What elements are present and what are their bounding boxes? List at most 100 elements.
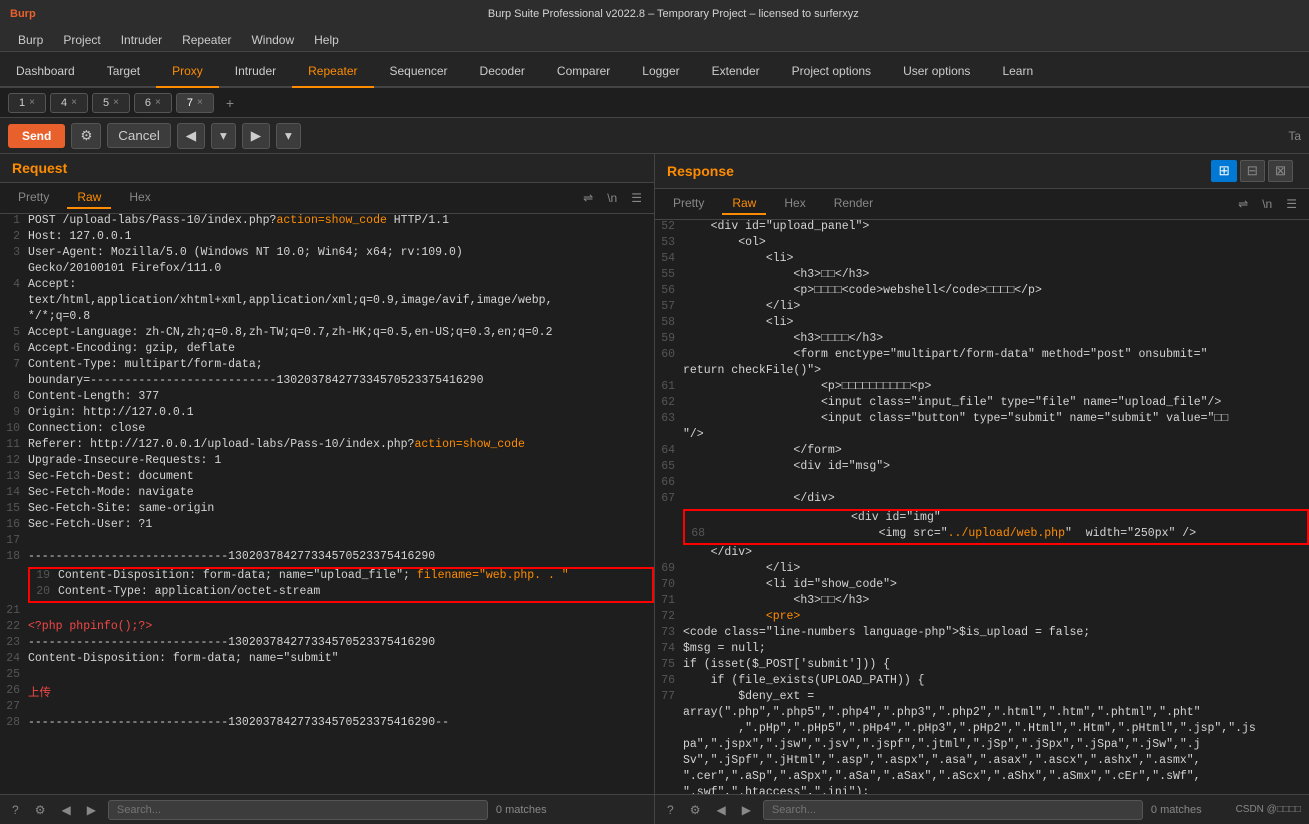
code-line: 20Content-Type: application/octet-stream (30, 585, 652, 601)
view-split-button[interactable]: ⊞ (1211, 160, 1236, 182)
help-icon[interactable]: ? (8, 801, 23, 819)
code-line: 73<code class="line-numbers language-php… (655, 626, 1309, 642)
code-line: <div id="img" (685, 511, 1307, 527)
nav-back-button[interactable]: ◀ (177, 123, 205, 149)
send-button[interactable]: Send (8, 124, 65, 148)
sub-tab-7[interactable]: 7 × (176, 93, 214, 113)
nav-tab-target[interactable]: Target (91, 56, 156, 88)
menu-bar: Burp Project Intruder Repeater Window He… (0, 28, 1309, 52)
response-header-text: Response (667, 163, 734, 179)
code-line: 75if (isset($_POST['submit'])) { (655, 658, 1309, 674)
code-line: 74$msg = null; (655, 642, 1309, 658)
request-panel-header: Request (0, 154, 654, 183)
response-matches-count: 0 matches (1151, 804, 1202, 816)
nav-tab-user-options[interactable]: User options (887, 56, 986, 88)
nav-tab-project-options[interactable]: Project options (776, 56, 887, 88)
request-matches-count: 0 matches (496, 804, 547, 816)
request-panel-tabs: Pretty Raw Hex ⇌ \n ☰ (0, 183, 654, 214)
menu-repeater[interactable]: Repeater (172, 31, 241, 49)
menu-burp[interactable]: Burp (8, 31, 53, 49)
response-prev-match-icon[interactable]: ◀ (712, 801, 729, 819)
code-line: 28-----------------------------130203784… (0, 716, 654, 732)
code-line: 72 <pre> (655, 610, 1309, 626)
nav-tab-logger[interactable]: Logger (626, 56, 695, 88)
settings-button[interactable]: ⚙ (71, 123, 101, 149)
menu-help[interactable]: Help (304, 31, 349, 49)
nav-tab-sequencer[interactable]: Sequencer (374, 56, 464, 88)
response-search-input[interactable] (763, 800, 1143, 820)
nav-tab-proxy[interactable]: Proxy (156, 56, 219, 88)
close-tab-1-icon[interactable]: × (29, 97, 35, 108)
add-tab-button[interactable]: + (218, 92, 242, 114)
request-tab-raw[interactable]: Raw (67, 187, 111, 209)
view-vertical-button[interactable]: ⊠ (1268, 160, 1293, 182)
sub-tab-5[interactable]: 5 × (92, 93, 130, 113)
code-line: 63 <input class="button" type="submit" n… (655, 412, 1309, 428)
response-tab-raw[interactable]: Raw (722, 193, 766, 215)
nav-tab-learn[interactable]: Learn (986, 56, 1049, 88)
code-line: 18-----------------------------130203784… (0, 550, 654, 566)
response-menu-icon[interactable]: ☰ (1282, 195, 1301, 213)
code-line: 4Accept: (0, 278, 654, 294)
response-prettify-icon[interactable]: \n (1258, 195, 1276, 213)
response-tab-pretty[interactable]: Pretty (663, 193, 714, 215)
settings-bottom-icon[interactable]: ⚙ (31, 801, 50, 819)
request-wordwrap-icon[interactable]: ⇌ (579, 189, 597, 207)
code-line: pa",".jspx",".jsw",".jsv",".jspf",".jtml… (655, 738, 1309, 754)
nav-forward-dropdown-button[interactable]: ▾ (276, 123, 301, 149)
next-match-icon[interactable]: ▶ (83, 801, 100, 819)
cancel-button[interactable]: Cancel (107, 123, 171, 148)
view-horizontal-button[interactable]: ⊟ (1240, 160, 1265, 182)
code-line: 1POST /upload-labs/Pass-10/index.php?act… (0, 214, 654, 230)
response-tab-render[interactable]: Render (824, 193, 883, 215)
code-line: 60 <form enctype="multipart/form-data" m… (655, 348, 1309, 364)
nav-tab-repeater[interactable]: Repeater (292, 56, 373, 88)
response-help-icon[interactable]: ? (663, 801, 678, 819)
code-line: 21 (0, 604, 654, 620)
sub-tab-1[interactable]: 1 × (8, 93, 46, 113)
menu-project[interactable]: Project (53, 31, 110, 49)
title-bar: Burp Burp Suite Professional v2022.8 – T… (0, 0, 1309, 28)
watermark: CSDN @□□□□ (1236, 804, 1301, 815)
request-code-area[interactable]: 1POST /upload-labs/Pass-10/index.php?act… (0, 214, 654, 794)
request-tab-icons: ⇌ \n ☰ (579, 189, 646, 207)
sub-tab-4[interactable]: 4 × (50, 93, 88, 113)
close-tab-6-icon[interactable]: × (155, 97, 161, 108)
response-wordwrap-icon[interactable]: ⇌ (1234, 195, 1252, 213)
close-tab-7-icon[interactable]: × (197, 97, 203, 108)
response-next-match-icon[interactable]: ▶ (738, 801, 755, 819)
request-search-input[interactable] (108, 800, 488, 820)
close-tab-4-icon[interactable]: × (71, 97, 77, 108)
nav-forward-button[interactable]: ▶ (242, 123, 270, 149)
code-line: 27 (0, 700, 654, 716)
request-tab-pretty[interactable]: Pretty (8, 187, 59, 209)
code-line: 59 <h3>□□□□</h3> (655, 332, 1309, 348)
code-line: return checkFile()"> (655, 364, 1309, 380)
response-panel-header: Response ⊞ ⊟ ⊠ (655, 154, 1309, 189)
prev-match-icon[interactable]: ◀ (57, 801, 74, 819)
close-tab-5-icon[interactable]: × (113, 97, 119, 108)
nav-tab-extender[interactable]: Extender (696, 56, 776, 88)
code-line: 25 (0, 668, 654, 684)
code-line: 15Sec-Fetch-Site: same-origin (0, 502, 654, 518)
code-line: 17 (0, 534, 654, 550)
nav-dropdown-button[interactable]: ▾ (211, 123, 236, 149)
request-bottom-bar: ? ⚙ ◀ ▶ 0 matches (0, 794, 654, 824)
response-tab-hex[interactable]: Hex (774, 193, 815, 215)
app-logo: Burp (10, 8, 36, 20)
request-prettify-icon[interactable]: \n (603, 189, 621, 207)
nav-tab-intruder[interactable]: Intruder (219, 56, 292, 88)
nav-tab-comparer[interactable]: Comparer (541, 56, 626, 88)
nav-tab-decoder[interactable]: Decoder (464, 56, 541, 88)
code-line: 56 <p>□□□□<code>webshell</code>□□□□</p> (655, 284, 1309, 300)
request-tab-hex[interactable]: Hex (119, 187, 160, 209)
menu-intruder[interactable]: Intruder (111, 31, 172, 49)
response-code-area[interactable]: 52 <div id="upload_panel"> 53 <ol> 54 <l… (655, 220, 1309, 794)
nav-tab-dashboard[interactable]: Dashboard (0, 56, 91, 88)
code-line: ".swf",".htaccess",".ini"); (655, 786, 1309, 794)
request-menu-icon[interactable]: ☰ (627, 189, 646, 207)
code-line: 19Content-Disposition: form-data; name="… (30, 569, 652, 585)
menu-window[interactable]: Window (241, 31, 304, 49)
sub-tab-6[interactable]: 6 × (134, 93, 172, 113)
response-settings-icon[interactable]: ⚙ (686, 801, 705, 819)
